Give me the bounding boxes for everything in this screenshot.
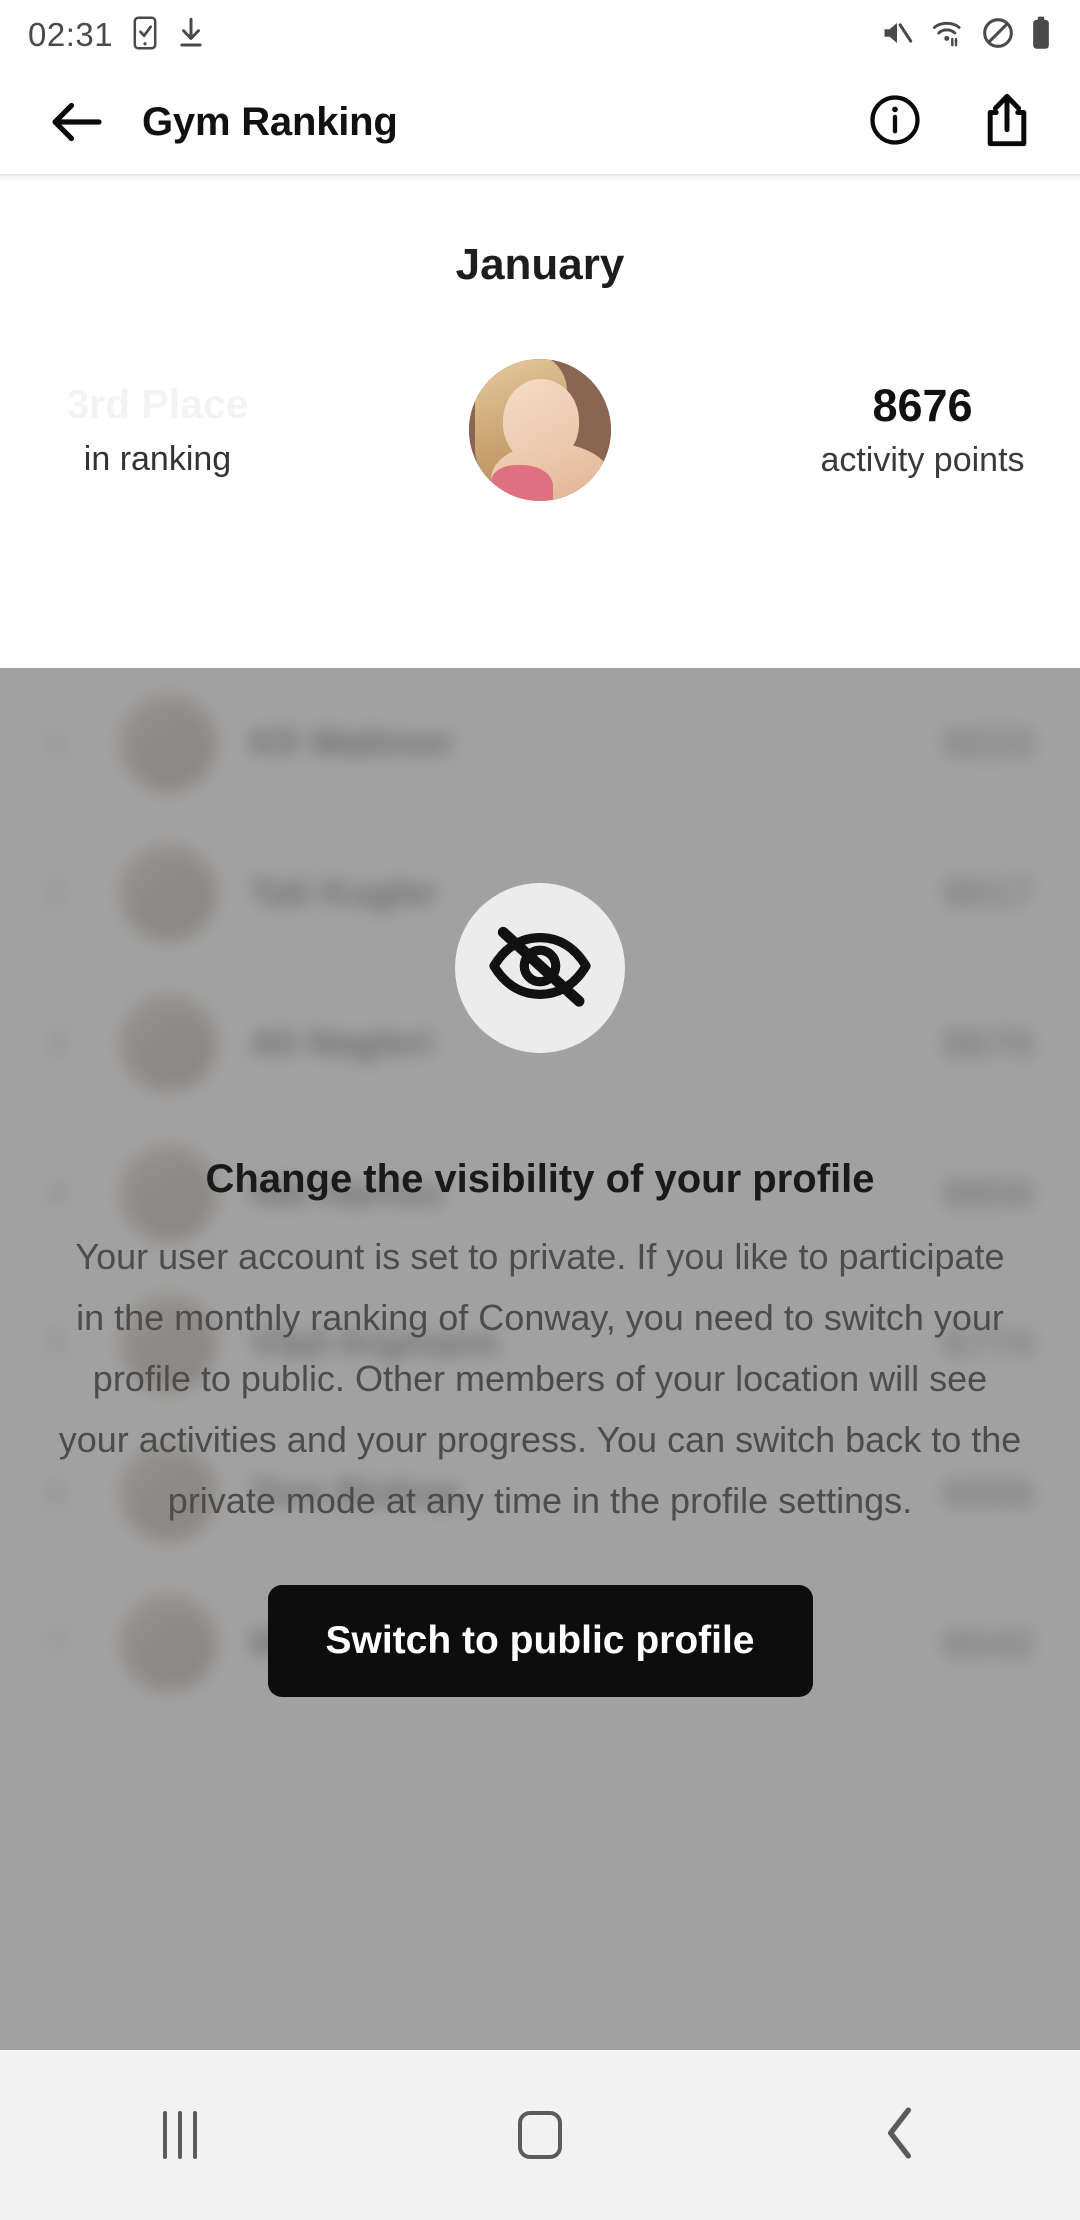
overlay-heading: Change the visibility of your profile — [205, 1157, 875, 1201]
phone-check-icon — [131, 15, 159, 55]
switch-to-public-profile-button[interactable]: Switch to public profile — [267, 1585, 813, 1697]
android-nav-bar — [0, 2050, 1080, 2220]
rank-place-value: 3rd Place — [66, 380, 249, 427]
rank-stat: 3rd Place in ranking — [0, 381, 315, 479]
share-button[interactable] — [974, 89, 1040, 155]
rank-place-caption: in ranking — [83, 440, 232, 479]
nav-recents-button[interactable] — [0, 2111, 360, 2159]
do-not-disturb-icon — [982, 17, 1014, 54]
share-icon — [982, 92, 1032, 153]
download-icon — [177, 17, 205, 54]
app-bar: Gym Ranking — [0, 70, 1080, 174]
activity-points-caption: activity points — [820, 441, 1025, 480]
activity-points-value: 8676 — [872, 379, 973, 431]
ranking-header-card: January 3rd Place in ranking 8676 activi… — [0, 180, 1080, 668]
status-clock: 02:31 — [28, 16, 114, 53]
eye-off-icon — [485, 920, 595, 1017]
info-circle-icon — [868, 93, 922, 152]
avatar-container — [315, 359, 765, 501]
status-bar: 02:31 — [0, 0, 1080, 70]
info-button[interactable] — [862, 89, 928, 155]
visibility-overlay: Change the visibility of your profile Yo… — [0, 668, 1080, 2050]
points-stat: 8676 activity points — [765, 380, 1080, 481]
back-icon — [883, 2106, 917, 2165]
wifi-icon — [930, 17, 966, 54]
home-icon — [518, 2111, 562, 2159]
status-bar-left: 02:31 — [28, 15, 205, 55]
nav-home-button[interactable] — [360, 2111, 720, 2159]
battery-icon — [1030, 16, 1052, 55]
avatar[interactable] — [469, 359, 611, 501]
month-label: January — [455, 240, 625, 289]
avatar-top — [491, 465, 553, 501]
phone-screen: 02:31 Gym Ranking January 3rd Place in r… — [0, 0, 1080, 2220]
mute-icon — [880, 18, 914, 53]
page-title: Gym Ranking — [142, 99, 398, 144]
recents-icon — [163, 2111, 197, 2159]
overlay-body-text: Your user account is set to private. If … — [58, 1236, 1022, 1521]
nav-back-button[interactable] — [720, 2106, 1080, 2165]
status-bar-right — [880, 16, 1052, 55]
user-stats-row: 3rd Place in ranking 8676 activity point… — [0, 325, 1080, 535]
app-bar-actions — [862, 89, 1040, 155]
visibility-icon-circle — [455, 883, 625, 1053]
back-button[interactable] — [40, 85, 114, 159]
